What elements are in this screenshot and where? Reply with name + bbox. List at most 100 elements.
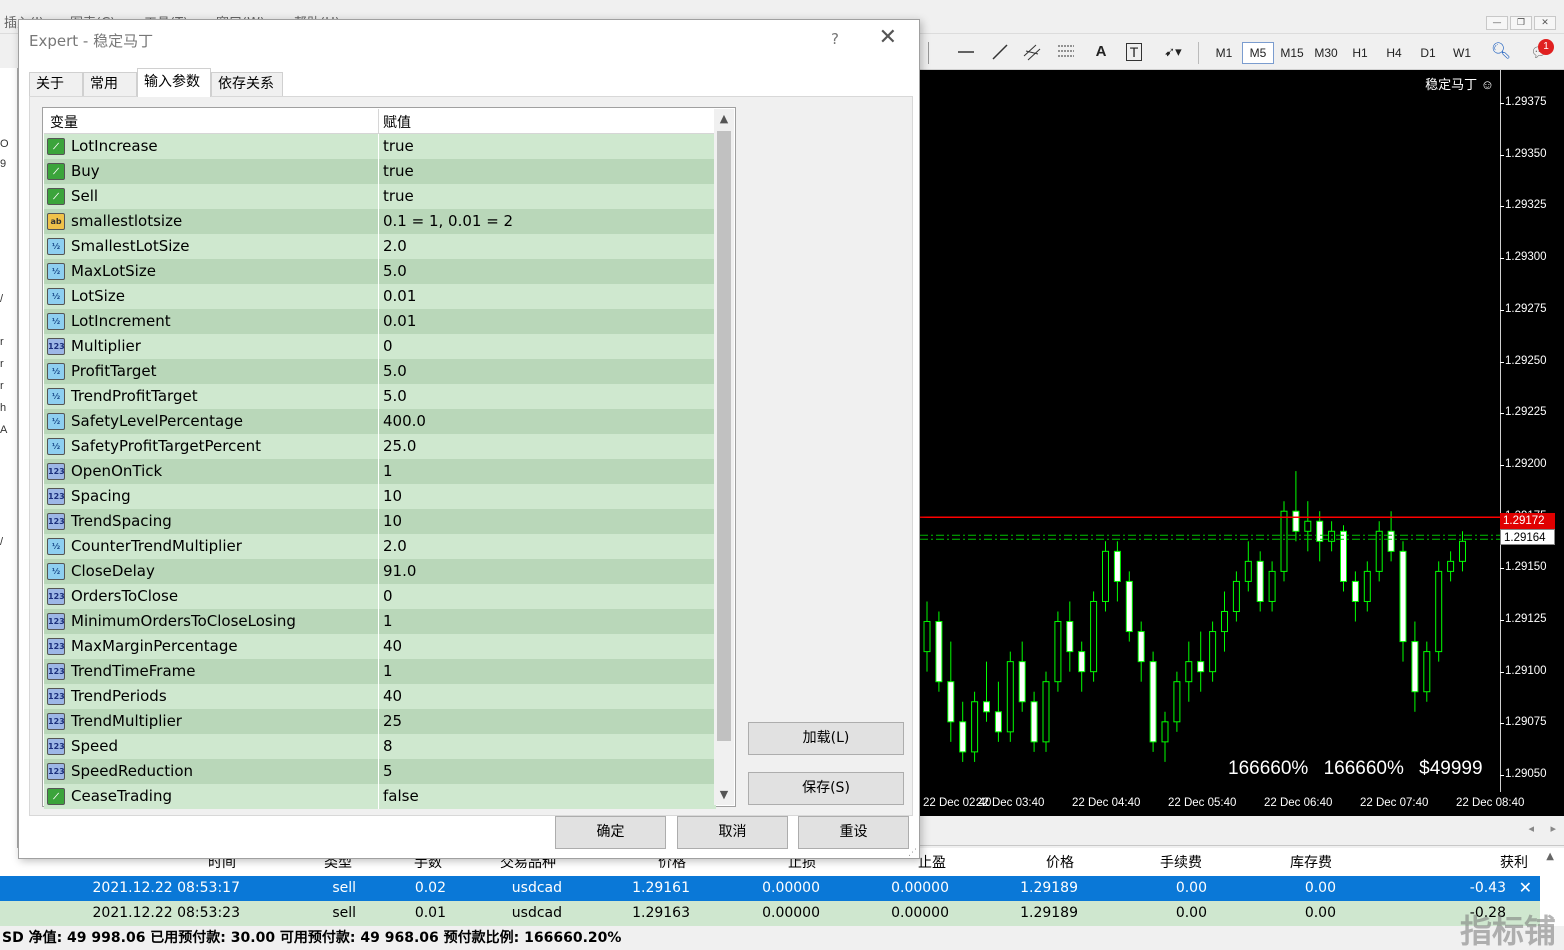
trend-line-icon[interactable] bbox=[988, 42, 1012, 64]
input-row-lotsize[interactable]: ½ LotSize 0.01 bbox=[44, 284, 716, 309]
close-window-icon[interactable]: ✕ bbox=[1534, 16, 1556, 30]
scroll-right-icon[interactable]: ▸ bbox=[1550, 822, 1556, 835]
close-icon[interactable]: ✕ bbox=[879, 26, 897, 50]
col-header-commission[interactable]: 手续费 bbox=[1160, 852, 1202, 872]
column-separator[interactable] bbox=[378, 109, 379, 134]
input-row-ceasetrading[interactable]: ⟋ CeaseTrading false bbox=[44, 784, 716, 809]
equidistant-channel-icon[interactable] bbox=[1020, 42, 1044, 64]
tab-common[interactable]: 常用 bbox=[83, 72, 137, 96]
scroll-up-icon[interactable]: ▲ bbox=[714, 109, 734, 129]
input-row-multiplier[interactable]: 123 Multiplier 0 bbox=[44, 334, 716, 359]
input-value[interactable]: 40 bbox=[383, 634, 402, 659]
input-value[interactable]: 10 bbox=[383, 509, 402, 534]
input-value[interactable]: 0 bbox=[383, 584, 393, 609]
tab-dependencies[interactable]: 依存关系 bbox=[211, 72, 283, 96]
text-label-icon[interactable]: T bbox=[1122, 42, 1146, 64]
input-row-minimumorderstocloselosing[interactable]: 123 MinimumOrdersToCloseLosing 1 bbox=[44, 609, 716, 634]
reset-button[interactable]: 重设 bbox=[798, 816, 909, 849]
col-header-profit[interactable]: 获利 bbox=[1500, 852, 1528, 872]
input-row-trendperiods[interactable]: 123 TrendPeriods 40 bbox=[44, 684, 716, 709]
input-value[interactable]: false bbox=[383, 784, 419, 809]
input-row-orderstoclose[interactable]: 123 OrdersToClose 0 bbox=[44, 584, 716, 609]
load-button[interactable]: 加载(L) bbox=[748, 722, 904, 755]
input-value[interactable]: 40 bbox=[383, 684, 402, 709]
cancel-button[interactable]: 取消 bbox=[677, 816, 788, 849]
input-row-maxlotsize[interactable]: ½ MaxLotSize 5.0 bbox=[44, 259, 716, 284]
arrows-dropdown-icon[interactable]: ➹▾ bbox=[1156, 42, 1190, 64]
timeframe-h4[interactable]: H4 bbox=[1378, 42, 1410, 64]
help-icon[interactable]: ? bbox=[831, 30, 839, 48]
input-value[interactable]: true bbox=[383, 159, 414, 184]
horizontal-line-icon[interactable] bbox=[954, 42, 978, 64]
input-row-safetyprofittargetpercent[interactable]: ½ SafetyProfitTargetPercent 25.0 bbox=[44, 434, 716, 459]
input-value[interactable]: true bbox=[383, 134, 414, 159]
input-row-lotincrement[interactable]: ½ LotIncrement 0.01 bbox=[44, 309, 716, 334]
scroll-down-icon[interactable]: ▼ bbox=[714, 785, 734, 805]
col-header-swap[interactable]: 库存费 bbox=[1290, 852, 1332, 872]
ok-button[interactable]: 确定 bbox=[555, 816, 666, 849]
timeframe-m30[interactable]: M30 bbox=[1310, 42, 1342, 64]
search-icon[interactable]: 🔍︎ bbox=[1490, 42, 1512, 64]
table-row[interactable]: 2021.12.22 08:53:23 sell 0.01 usdcad 1.2… bbox=[0, 901, 1540, 926]
input-row-spacing[interactable]: 123 Spacing 10 bbox=[44, 484, 716, 509]
text-tool-icon[interactable]: A bbox=[1090, 42, 1112, 64]
grid-scrollbar[interactable]: ▲ ▼ bbox=[714, 109, 734, 805]
col-header-current-price[interactable]: 价格 bbox=[1046, 852, 1074, 872]
timeframe-m1[interactable]: M1 bbox=[1208, 42, 1240, 64]
restore-icon[interactable]: ❐ bbox=[1510, 16, 1532, 30]
minimize-icon[interactable]: — bbox=[1486, 16, 1508, 30]
tab-inputs[interactable]: 输入参数 bbox=[137, 68, 211, 97]
input-value[interactable]: 2.0 bbox=[383, 234, 407, 259]
price-axis[interactable]: 1.29375 1.29350 1.29325 1.29300 1.29275 1.292… bbox=[1500, 70, 1564, 792]
timeframe-m5[interactable]: M5 bbox=[1242, 42, 1274, 64]
input-value[interactable]: 400.0 bbox=[383, 409, 426, 434]
input-value[interactable]: 5 bbox=[383, 759, 393, 784]
close-order-icon[interactable]: ✕ bbox=[1519, 876, 1532, 900]
save-button[interactable]: 保存(S) bbox=[748, 772, 904, 805]
input-row-speedreduction[interactable]: 123 SpeedReduction 5 bbox=[44, 759, 716, 784]
input-value[interactable]: 2.0 bbox=[383, 534, 407, 559]
col-header-variable[interactable]: 变量 bbox=[50, 112, 78, 132]
input-value[interactable]: 25.0 bbox=[383, 434, 416, 459]
input-row-lotincrease[interactable]: ⟋ LotIncrease true bbox=[44, 134, 716, 159]
input-value[interactable]: 0.01 bbox=[383, 309, 416, 334]
input-value[interactable]: 0 bbox=[383, 334, 393, 359]
input-value[interactable]: 1 bbox=[383, 459, 393, 484]
input-value[interactable]: 25 bbox=[383, 709, 402, 734]
input-value[interactable]: 5.0 bbox=[383, 359, 407, 384]
input-value[interactable]: 5.0 bbox=[383, 384, 407, 409]
timeframe-d1[interactable]: D1 bbox=[1412, 42, 1444, 64]
input-row-trendspacing[interactable]: 123 TrendSpacing 10 bbox=[44, 509, 716, 534]
timeframe-w1[interactable]: W1 bbox=[1446, 42, 1478, 64]
timeframe-m15[interactable]: M15 bbox=[1276, 42, 1308, 64]
scroll-left-icon[interactable]: ◂ bbox=[1528, 822, 1534, 835]
input-value[interactable]: 1 bbox=[383, 659, 393, 684]
input-value[interactable]: 0.1 = 1, 0.01 = 2 bbox=[383, 209, 513, 234]
input-row-countertrendmultiplier[interactable]: ½ CounterTrendMultiplier 2.0 bbox=[44, 534, 716, 559]
input-row-trendprofittarget[interactable]: ½ TrendProfitTarget 5.0 bbox=[44, 384, 716, 409]
input-row-speed[interactable]: 123 Speed 8 bbox=[44, 734, 716, 759]
input-row-maxmarginpercentage[interactable]: 123 MaxMarginPercentage 40 bbox=[44, 634, 716, 659]
col-header-tp[interactable]: 止盈 bbox=[918, 852, 946, 872]
terminal-scroll-up-icon[interactable]: ▲ bbox=[1546, 851, 1554, 862]
input-value[interactable]: 0.01 bbox=[383, 284, 416, 309]
input-row-safetylevelpercentage[interactable]: ½ SafetyLevelPercentage 400.0 bbox=[44, 409, 716, 434]
input-row-buy[interactable]: ⟋ Buy true bbox=[44, 159, 716, 184]
input-value[interactable]: 1 bbox=[383, 609, 393, 634]
tab-about[interactable]: 关于 bbox=[29, 72, 83, 96]
col-header-value[interactable]: 赋值 bbox=[383, 112, 411, 132]
timeframe-h1[interactable]: H1 bbox=[1344, 42, 1376, 64]
price-chart[interactable] bbox=[920, 70, 1500, 792]
input-row-openontick[interactable]: 123 OpenOnTick 1 bbox=[44, 459, 716, 484]
input-row-smallestlotsize[interactable]: ½ SmallestLotSize 2.0 bbox=[44, 234, 716, 259]
input-value[interactable]: 91.0 bbox=[383, 559, 416, 584]
input-row-closedelay[interactable]: ½ CloseDelay 91.0 bbox=[44, 559, 716, 584]
input-value[interactable]: 5.0 bbox=[383, 259, 407, 284]
input-value[interactable]: true bbox=[383, 184, 414, 209]
scroll-thumb[interactable] bbox=[717, 131, 731, 741]
input-row-profittarget[interactable]: ½ ProfitTarget 5.0 bbox=[44, 359, 716, 384]
fibonacci-icon[interactable] bbox=[1054, 42, 1078, 64]
input-row-smallestlotsize[interactable]: ab smallestlotsize 0.1 = 1, 0.01 = 2 bbox=[44, 209, 716, 234]
input-value[interactable]: 8 bbox=[383, 734, 393, 759]
input-value[interactable]: 10 bbox=[383, 484, 402, 509]
